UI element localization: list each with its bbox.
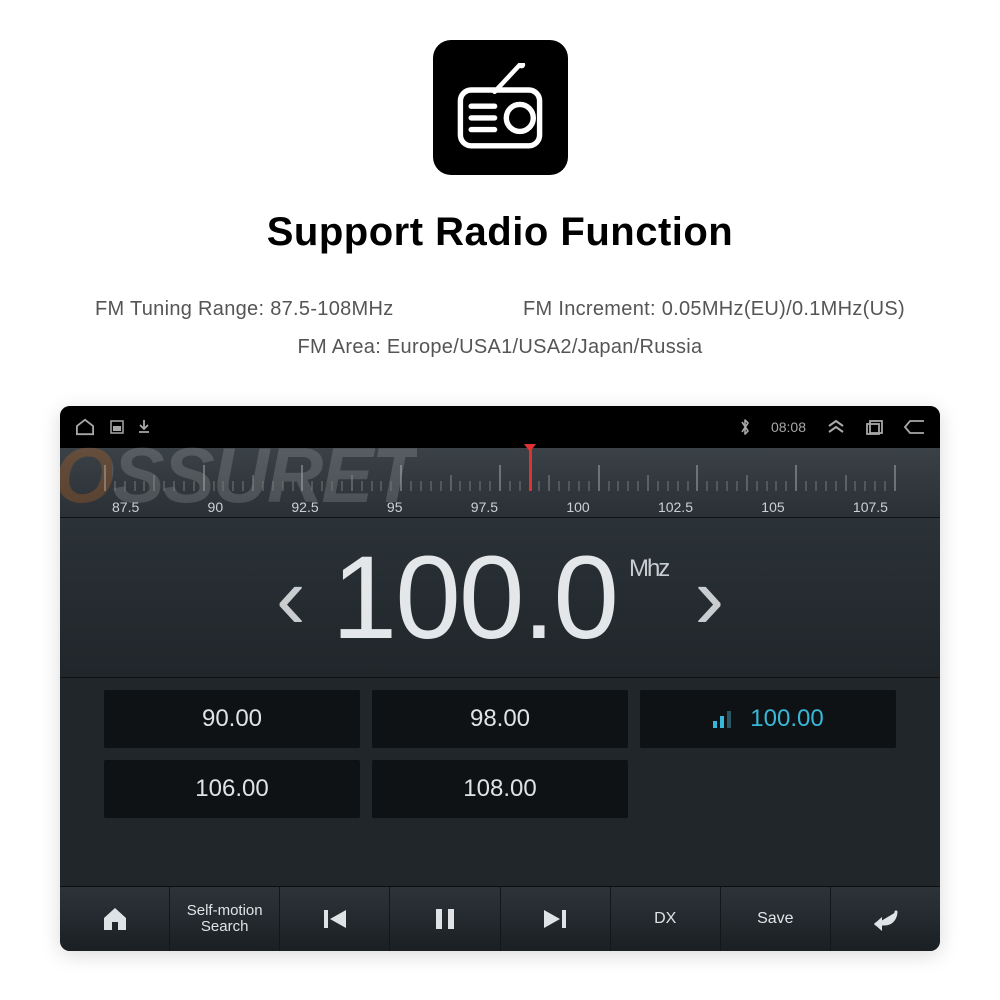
self-motion-search-button[interactable]: Self-motion Search xyxy=(170,887,280,951)
ruler-label: 100 xyxy=(566,499,589,515)
android-status-bar: 08:08 xyxy=(60,406,940,448)
ruler-label: 107.5 xyxy=(853,499,888,515)
ruler-label: 97.5 xyxy=(471,499,498,515)
ruler-label: 92.5 xyxy=(291,499,318,515)
preset-4[interactable]: 106.00 xyxy=(104,760,360,818)
preset-3[interactable]: 100.00 xyxy=(640,690,896,748)
bluetooth-icon xyxy=(739,418,751,436)
preset-grid: 90.00 98.00 100.00 106.00 108.00 xyxy=(60,678,940,886)
bottom-toolbar: Self-motion Search DX Save xyxy=(60,886,940,951)
ruler-label: 90 xyxy=(208,499,224,515)
tuning-ruler[interactable]: OSSURET 87.59092.59597.5100102.5105107.5 xyxy=(60,448,940,518)
dx-button[interactable]: DX xyxy=(611,887,721,951)
save-button[interactable]: Save xyxy=(721,887,831,951)
back-icon[interactable] xyxy=(904,419,926,435)
status-time: 08:08 xyxy=(771,419,806,435)
recents-icon[interactable] xyxy=(866,419,884,435)
return-button[interactable] xyxy=(831,887,940,951)
preset-2[interactable]: 98.00 xyxy=(372,690,628,748)
tuner-needle[interactable] xyxy=(529,450,532,491)
preset-5[interactable]: 108.00 xyxy=(372,760,628,818)
frequency-display: ‹ 100.0 Mhz › xyxy=(60,518,940,678)
page-title: Support Radio Function xyxy=(267,210,734,255)
spec-block: FM Tuning Range: 87.5-108MHz FM Incremen… xyxy=(60,290,940,366)
spec-tuning-range: FM Tuning Range: 87.5-108MHz xyxy=(95,290,394,328)
download-icon xyxy=(138,420,150,434)
ruler-label: 87.5 xyxy=(112,499,139,515)
signal-icon xyxy=(712,709,732,729)
tune-down-button[interactable]: ‹ xyxy=(276,553,306,643)
ruler-label: 102.5 xyxy=(658,499,693,515)
ruler-label: 105 xyxy=(761,499,784,515)
spec-area: FM Area: Europe/USA1/USA2/Japan/Russia xyxy=(60,328,940,366)
preset-1[interactable]: 90.00 xyxy=(104,690,360,748)
spec-increment: FM Increment: 0.05MHz(EU)/0.1MHz(US) xyxy=(523,290,905,328)
expand-up-icon[interactable] xyxy=(826,419,846,435)
screenshot-icon xyxy=(110,420,124,434)
home-outline-icon[interactable] xyxy=(74,418,96,436)
radio-icon xyxy=(433,40,568,175)
frequency-unit: Mhz xyxy=(629,557,668,581)
frequency-value: 100.0 xyxy=(332,539,617,657)
home-button[interactable] xyxy=(60,887,170,951)
ruler-labels: 87.5 90 92.5 95 97.5 100 102.5 105 107.5 xyxy=(60,499,940,515)
pause-button[interactable] xyxy=(390,887,500,951)
tune-up-button[interactable]: › xyxy=(694,553,724,643)
prev-button[interactable] xyxy=(280,887,390,951)
radio-screenshot: 08:08 OSSURET 87.59092.59597.5100102.510… xyxy=(60,406,940,951)
ruler-label: 95 xyxy=(387,499,403,515)
next-button[interactable] xyxy=(501,887,611,951)
